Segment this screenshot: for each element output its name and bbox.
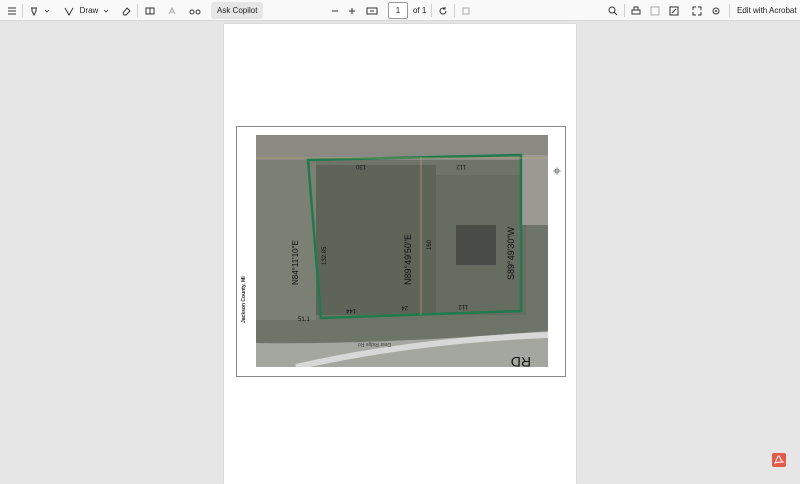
page-number-input[interactable]: 1 [388,2,408,19]
rotate-icon[interactable] [436,0,450,21]
divider [729,4,730,17]
save-icon[interactable] [648,0,662,21]
map-label-bearing-west: N84°11'10"E [291,240,300,285]
acrobat-icon[interactable] [772,453,786,467]
contents-icon[interactable] [4,0,20,21]
divider [624,4,625,17]
zoom-out-icon[interactable] [328,0,342,21]
county-label: Jackson County, MI [241,276,247,323]
map-label-left-side: 132.85 [322,246,328,265]
chevron-down-icon[interactable] [101,0,111,21]
map-label-bottom-center: 24 [401,304,408,310]
north-arrow-icon [553,167,561,175]
pdf-page: Jackson County, MI 130 112 N84°11'10"E 1… [224,24,576,484]
map-label-road: RD [511,354,531,367]
zoom-in-icon[interactable] [345,0,359,21]
text-icon[interactable] [164,0,180,21]
draw-button[interactable]: Draw [79,0,99,21]
highlight-icon[interactable] [27,0,41,21]
fit-page-icon[interactable] [364,0,380,21]
map-label-bottom-right: 112 [458,303,468,309]
draw-icon[interactable] [62,0,76,21]
map-label-mid: 160 [427,239,433,250]
divider [454,4,455,17]
map-label-lower-left: 51.1 [298,317,310,323]
page-count: of 1 [413,6,427,15]
save-as-icon[interactable] [667,0,681,21]
search-icon[interactable] [606,0,620,21]
read-aloud-icon[interactable] [187,0,203,21]
map-frame: Jackson County, MI 130 112 N84°11'10"E 1… [236,126,566,377]
ask-copilot-button[interactable]: Ask Copilot [211,2,264,19]
map-label-bearing-east: S89°49'30"W [506,226,516,280]
two-page-icon[interactable] [459,0,473,21]
print-icon[interactable] [629,0,643,21]
divider [137,4,138,17]
map-label-bearing-center: N89°49'50"E [403,234,413,285]
map-label-road-name: Deer Ridge Rd [358,341,391,347]
map-label-top-left: 130 [355,163,366,169]
toolbar: Draw Ask Copilot 1 of 1 Edit with Acroba… [0,0,800,21]
divider [431,4,432,17]
ask-copilot-label: Ask Copilot [217,6,258,15]
draw-label: Draw [79,6,99,15]
map-label-bottom-left: 144 [345,307,356,313]
fullscreen-icon[interactable] [690,0,704,21]
edit-with-acrobat-button[interactable]: Edit with Acrobat [737,0,797,21]
view-icon[interactable] [142,0,158,21]
chevron-down-icon[interactable] [42,0,52,21]
divider [22,4,23,17]
eraser-icon[interactable] [118,0,134,21]
aerial-map: 130 112 N84°11'10"E 132.85 N89°49'50"E 1… [256,135,548,367]
map-label-top-right: 112 [456,163,466,169]
page-current: 1 [395,6,401,15]
gear-icon[interactable] [709,0,723,21]
